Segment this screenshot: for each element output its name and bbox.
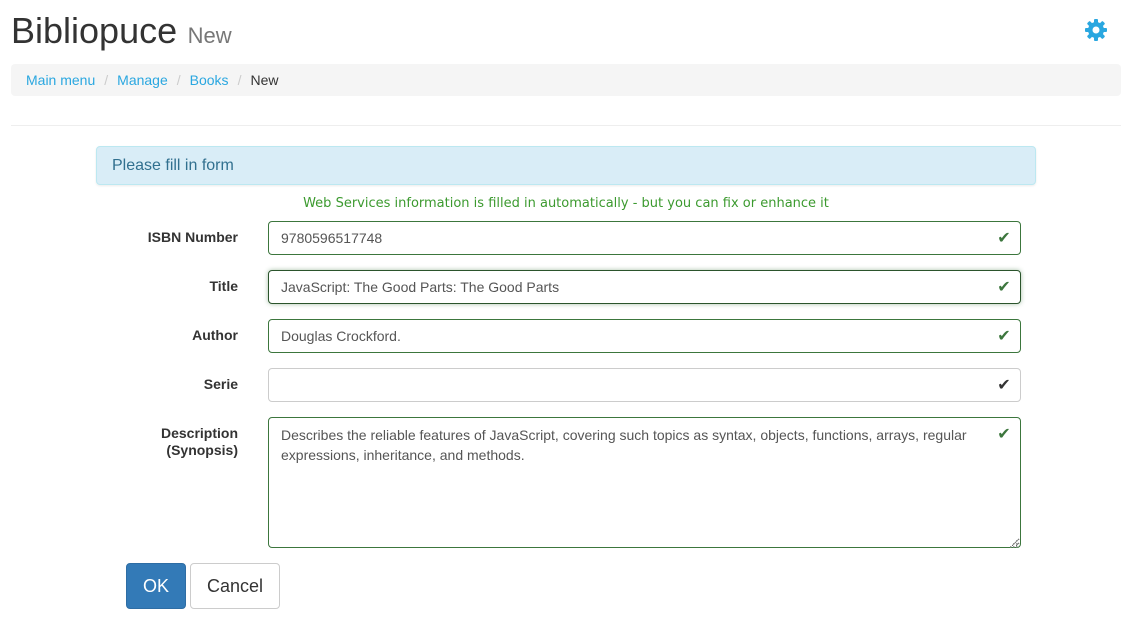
check-icon: ✔ [997,424,1011,443]
check-icon: ✔ [997,228,1011,247]
breadcrumb: Main menu / Manage / Books / New [11,64,1121,96]
author-label: Author [192,327,238,343]
check-icon: ✔ [997,326,1011,345]
check-icon: ✔ [997,375,1011,394]
resize-grip-icon[interactable] [1008,535,1018,548]
title-input[interactable] [268,270,1021,304]
description-textarea[interactable]: Describes the reliable features of JavaS… [268,417,1021,548]
ok-button[interactable]: OK [126,563,186,609]
gear-icon[interactable] [1084,18,1108,42]
serie-input[interactable] [268,368,1021,402]
isbn-input[interactable] [268,221,1021,255]
description-label-line1: Description [160,425,238,441]
isbn-label: ISBN Number [147,229,238,245]
breadcrumb-books[interactable]: Books [190,72,229,88]
autofill-hint: Web Services information is filled in au… [303,196,829,211]
breadcrumb-manage[interactable]: Manage [117,72,168,88]
form-notice-text: Please fill in form [112,156,234,174]
page-subtitle: New [187,23,232,48]
breadcrumb-separator: / [176,72,181,88]
check-icon: ✔ [997,277,1011,296]
divider [11,125,1121,126]
breadcrumb-separator: / [237,72,242,88]
app-title: Bibliopuce [11,10,178,51]
description-label-line2: (Synopsis) [166,442,238,458]
title-label: Title [209,278,238,294]
form-notice: Please fill in form [96,146,1036,185]
breadcrumb-main-menu[interactable]: Main menu [26,72,95,88]
breadcrumb-current: New [250,72,279,88]
page-header: Bibliopuce New [11,10,232,52]
author-input[interactable] [268,319,1021,353]
serie-label: Serie [203,376,238,392]
breadcrumb-separator: / [104,72,109,88]
description-label: Description (Synopsis) [0,425,238,459]
cancel-button[interactable]: Cancel [190,563,280,609]
